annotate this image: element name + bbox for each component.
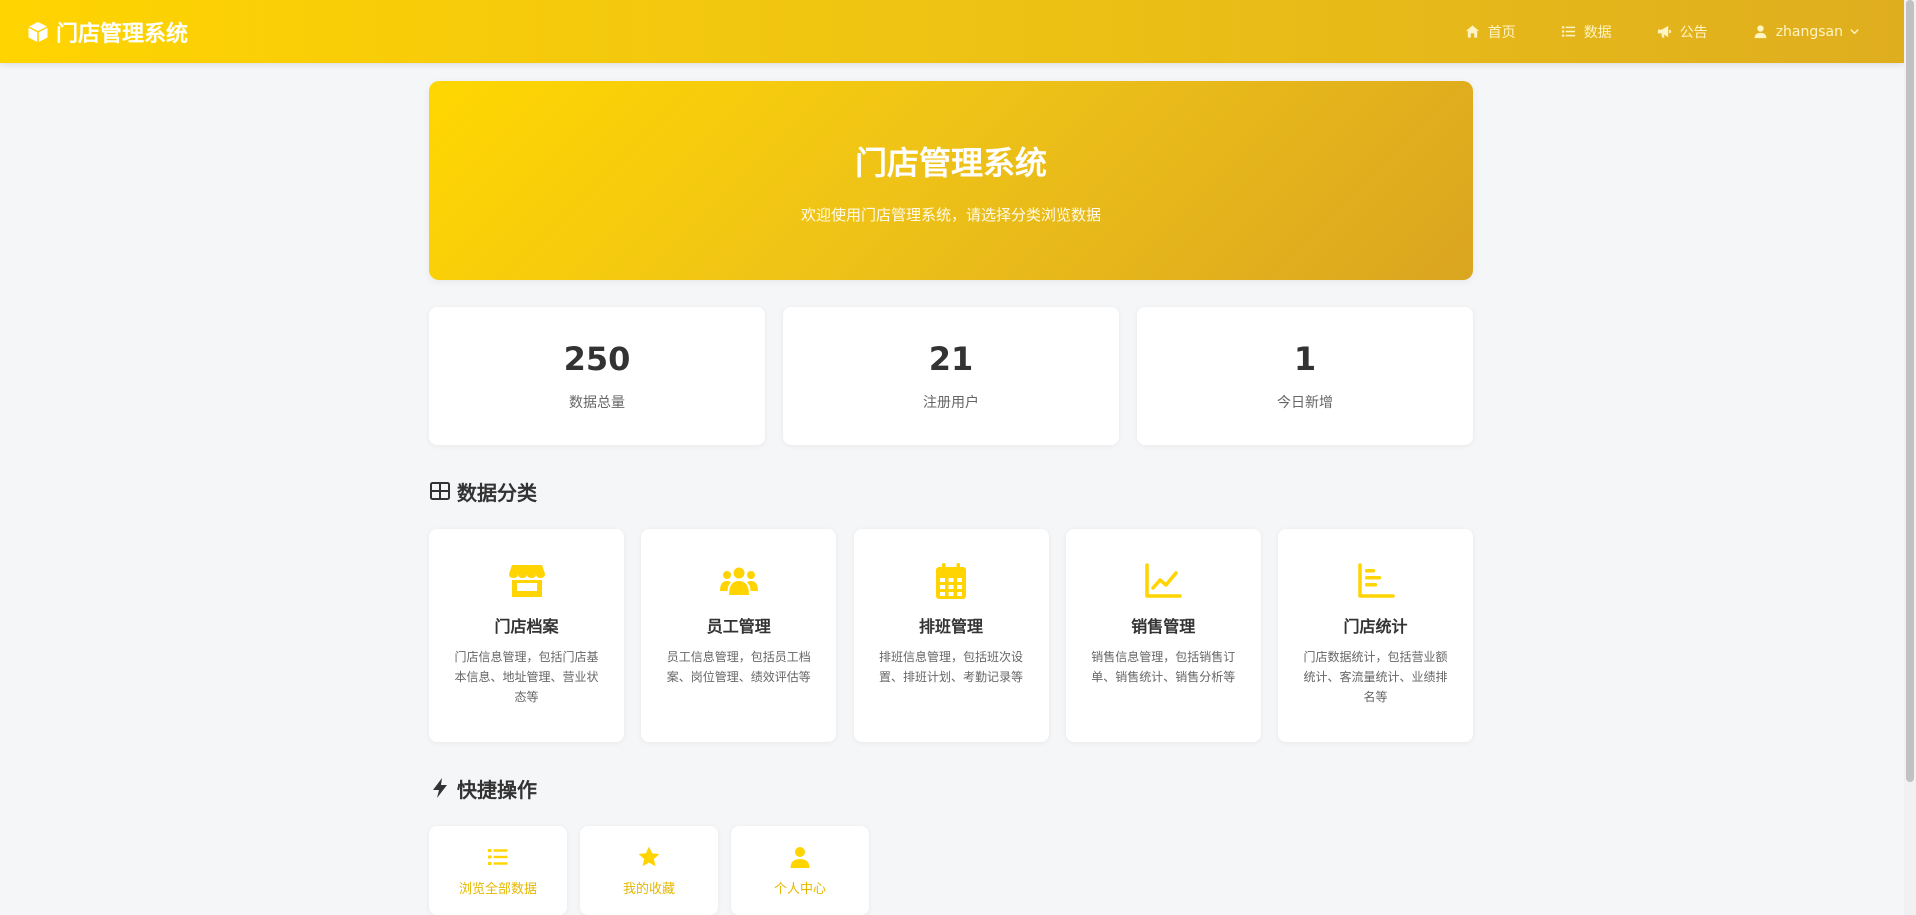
quick-actions: 浏览全部数据 我的收藏 个人中心 <box>429 826 1473 915</box>
categories-grid: 门店档案 门店信息管理，包括门店基本信息、地址管理、营业状态等 员工管理 员工信… <box>429 529 1473 742</box>
category-card-schedule[interactable]: 排班管理 排班信息管理，包括班次设置、排班计划、考勤记录等 <box>853 529 1049 742</box>
category-card-sales[interactable]: 销售管理 销售信息管理，包括销售订单、销售统计、销售分析等 <box>1065 529 1261 742</box>
hero-title: 门店管理系统 <box>854 144 1047 182</box>
user-icon <box>790 846 810 868</box>
hero-subtitle: 欢迎使用门店管理系统，请选择分类浏览数据 <box>800 206 1101 224</box>
page-scrollbar[interactable] <box>1904 0 1916 915</box>
user-name: zhangsan <box>1775 23 1843 40</box>
top-navbar: 门店管理系统 首页 数据 公告 zhangsan <box>0 0 1904 63</box>
category-card-staff[interactable]: 员工管理 员工信息管理，包括员工档案、岗位管理、绩效评估等 <box>641 529 837 742</box>
nav-link-home-label: 首页 <box>1487 24 1516 41</box>
category-desc: 门店信息管理，包括门店基本信息、地址管理、营业状态等 <box>454 650 599 704</box>
list-icon <box>488 848 508 865</box>
category-card-store-archive[interactable]: 门店档案 门店信息管理，包括门店基本信息、地址管理、营业状态等 <box>429 529 624 742</box>
stat-card-total: 250 数据总量 <box>429 307 765 445</box>
category-card-store-stats[interactable]: 门店统计 门店数据统计，包括营业额统计、客流量统计、业绩排名等 <box>1278 529 1473 742</box>
stat-value: 1 <box>1293 340 1317 378</box>
nav-link-data[interactable]: 数据 <box>1561 22 1612 42</box>
quick-section-title: 快捷操作 <box>429 776 1473 802</box>
user-menu[interactable]: zhangsan <box>1753 24 1860 40</box>
categories-title-text: 数据分类 <box>457 480 537 505</box>
category-title: 门店统计 <box>1343 617 1408 636</box>
category-desc: 排班信息管理，包括班次设置、排班计划、考勤记录等 <box>878 650 1023 684</box>
bullhorn-icon <box>1657 25 1671 38</box>
line-chart-icon <box>1145 563 1182 598</box>
brand-logo[interactable]: 门店管理系统 <box>26 16 188 48</box>
bolt-icon <box>433 778 447 798</box>
home-icon <box>1465 25 1479 38</box>
user-icon <box>1754 25 1766 39</box>
calendar-icon <box>936 563 966 599</box>
table-icon <box>430 482 450 500</box>
categories-section-title: 数据分类 <box>429 479 1473 505</box>
quick-favorites-button[interactable]: 我的收藏 <box>580 826 718 915</box>
category-title: 门店档案 <box>494 617 559 636</box>
category-desc: 门店数据统计，包括营业额统计、客流量统计、业绩排名等 <box>1303 650 1448 704</box>
category-desc: 员工信息管理，包括员工档案、岗位管理、绩效评估等 <box>666 650 811 684</box>
category-title: 员工管理 <box>706 617 771 636</box>
nav-link-home[interactable]: 首页 <box>1465 22 1516 42</box>
stat-value: 250 <box>563 340 631 378</box>
quick-title-text: 快捷操作 <box>457 777 537 802</box>
users-icon <box>719 567 758 595</box>
brand-title: 门店管理系统 <box>56 21 189 47</box>
stat-label: 数据总量 <box>569 395 625 411</box>
stat-label: 今日新增 <box>1277 395 1333 411</box>
category-title: 销售管理 <box>1131 617 1196 636</box>
nav-link-notice[interactable]: 公告 <box>1657 22 1708 42</box>
nav-link-notice-label: 公告 <box>1679 24 1708 41</box>
main-content: 门店管理系统 欢迎使用门店管理系统，请选择分类浏览数据 250 数据总量 21 … <box>429 81 1473 915</box>
quick-profile-button[interactable]: 个人中心 <box>731 826 869 915</box>
hero-banner: 门店管理系统 欢迎使用门店管理系统，请选择分类浏览数据 <box>429 81 1473 280</box>
stat-label: 注册用户 <box>923 395 979 411</box>
bar-chart-icon <box>1357 563 1395 598</box>
list-icon <box>1561 26 1575 37</box>
quick-label: 浏览全部数据 <box>458 881 537 897</box>
stats-row: 250 数据总量 21 注册用户 1 今日新增 <box>429 307 1473 445</box>
category-title: 排班管理 <box>918 617 983 636</box>
chevron-down-icon <box>1850 29 1859 35</box>
star-icon <box>638 846 660 866</box>
quick-label: 我的收藏 <box>622 881 675 897</box>
scrollbar-thumb[interactable] <box>1906 0 1914 782</box>
store-icon <box>508 565 545 597</box>
nav-link-data-label: 数据 <box>1583 24 1612 41</box>
stat-card-today: 1 今日新增 <box>1137 307 1473 445</box>
cube-icon <box>28 21 48 42</box>
category-desc: 销售信息管理，包括销售订单、销售统计、销售分析等 <box>1091 650 1236 684</box>
stat-value: 21 <box>928 340 974 378</box>
quick-browse-all-button[interactable]: 浏览全部数据 <box>429 826 567 915</box>
quick-label: 个人中心 <box>773 881 826 897</box>
stat-card-users: 21 注册用户 <box>783 307 1119 445</box>
